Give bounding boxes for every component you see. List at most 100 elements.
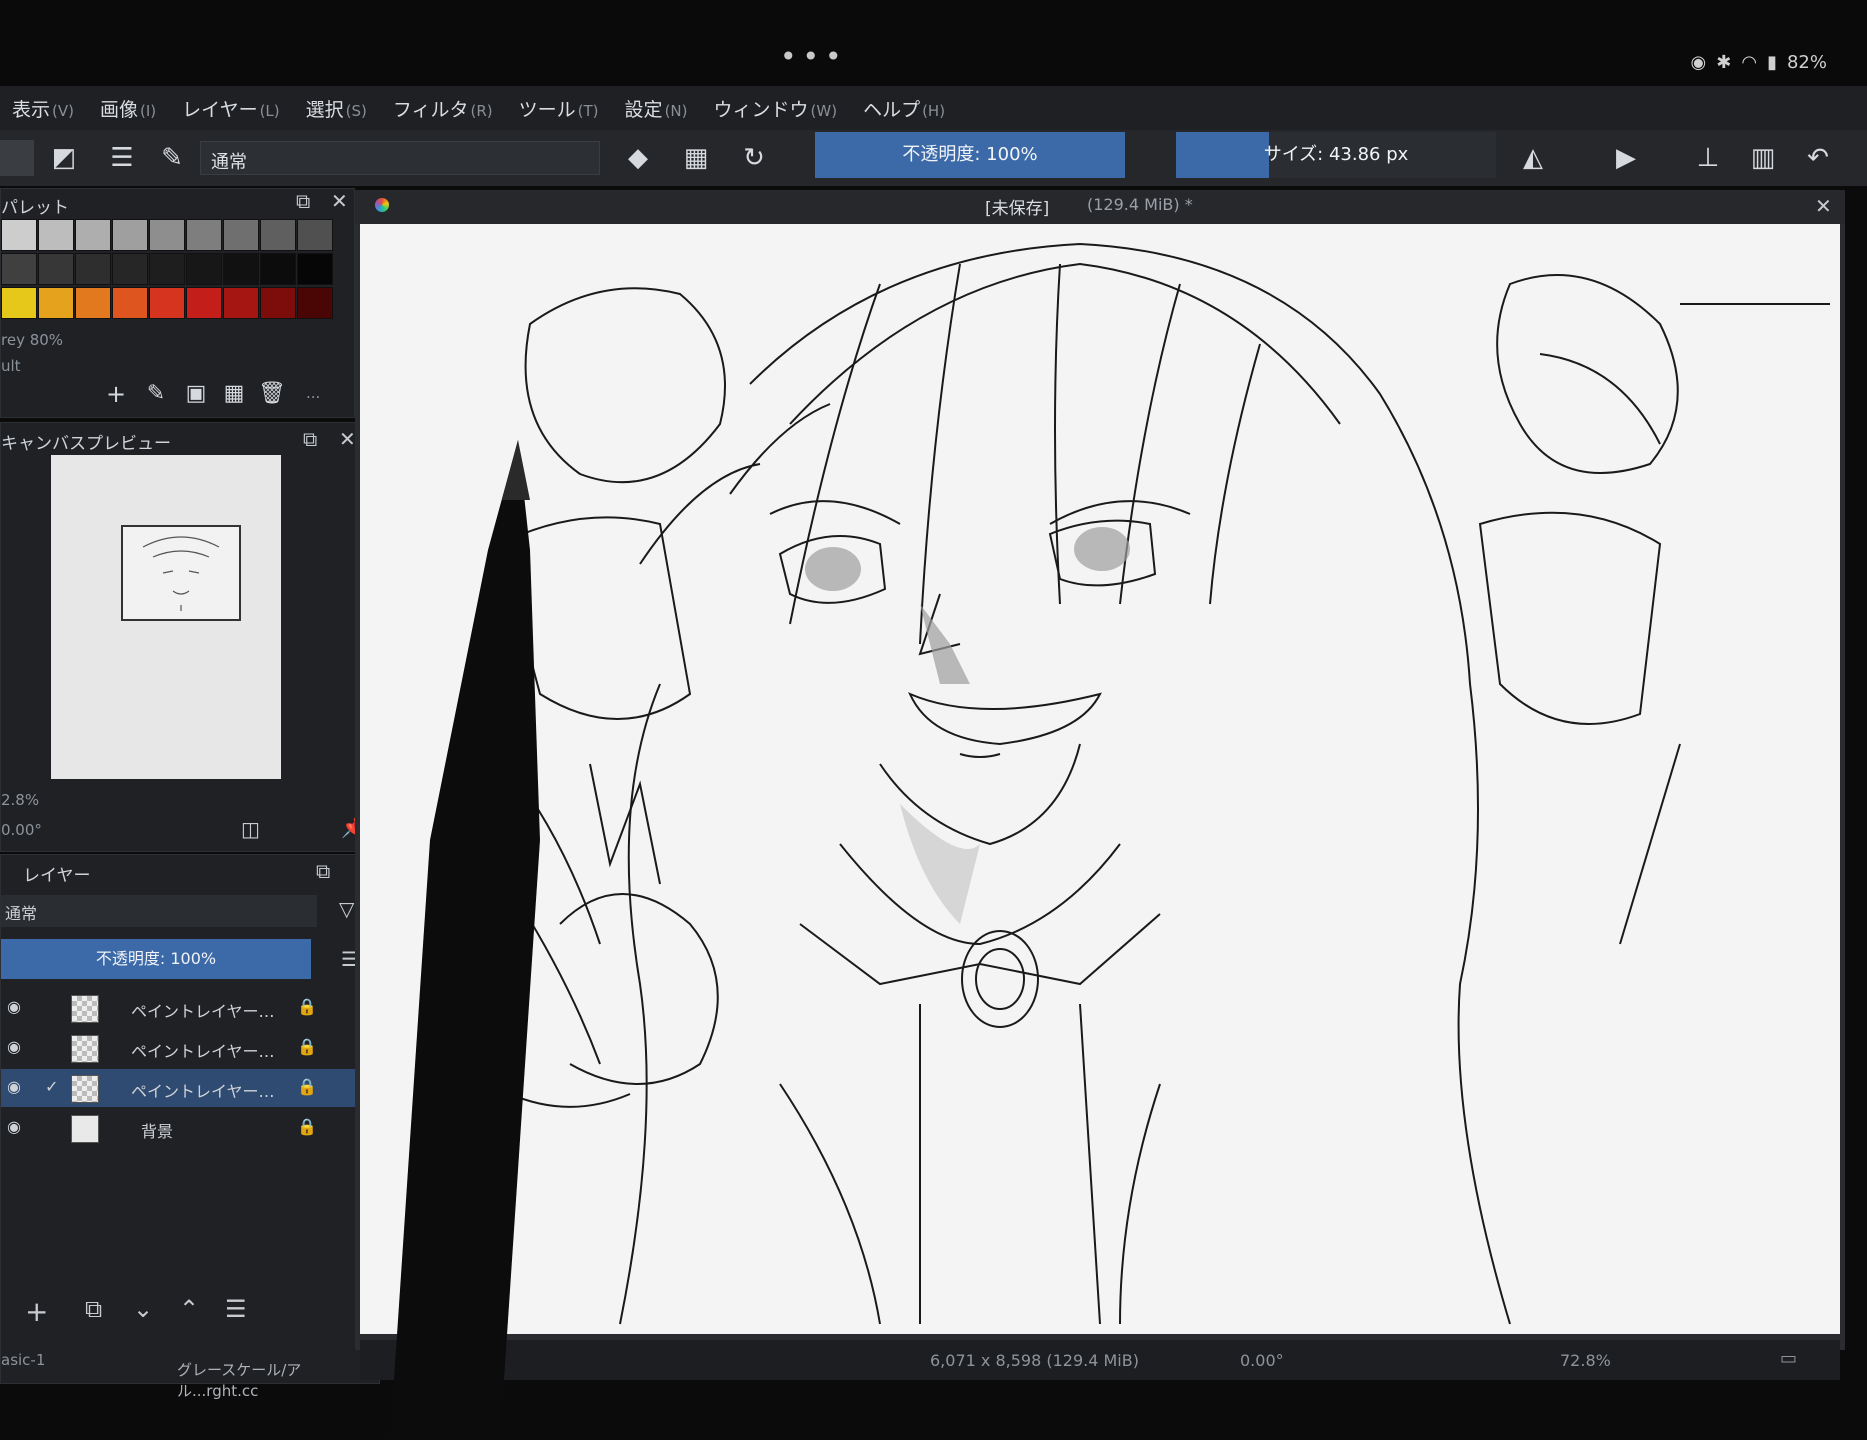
layer-name[interactable]: ペイントレイヤー…: [131, 1038, 275, 1062]
add-swatch-icon[interactable]: +: [101, 379, 131, 409]
palette-swatch[interactable]: [223, 287, 259, 319]
palette-swatch[interactable]: [149, 287, 185, 319]
move-layer-down-icon[interactable]: ⌄: [133, 1295, 153, 1323]
preview-thumbnail[interactable]: [51, 455, 281, 779]
palette-swatch[interactable]: [75, 219, 111, 251]
visibility-eye-icon[interactable]: ◉: [7, 997, 21, 1016]
canvas-zoom[interactable]: 72.8%: [1560, 1351, 1611, 1370]
palette-more-button[interactable]: ...: [306, 384, 320, 402]
palette-swatch[interactable]: [186, 219, 222, 251]
layer-name[interactable]: ペイントレイヤー…: [131, 998, 275, 1022]
layer-name[interactable]: 背景: [141, 1118, 173, 1142]
layer-row-selected[interactable]: ◉ ✓ ペイントレイヤー… 🔒: [1, 1069, 381, 1107]
palette-panel: パレット ⧉ ✕ rey 80% ult + ✎ ▣ ▦ 🗑 ...: [0, 188, 355, 418]
menu-help[interactable]: ヘルプ (H): [863, 95, 945, 122]
brush-presets-icon[interactable]: ☰: [104, 140, 140, 176]
menu-select[interactable]: 選択 (S): [306, 95, 367, 122]
save-palette-icon[interactable]: ▣: [181, 379, 211, 409]
palette-swatch[interactable]: [1, 253, 37, 285]
drawing-canvas[interactable]: [360, 224, 1840, 1334]
menu-image[interactable]: 画像 (I): [100, 95, 156, 122]
canvas-only-icon[interactable]: ▥: [1745, 140, 1781, 176]
palette-swatch[interactable]: [1, 219, 37, 251]
lock-icon[interactable]: 🔒: [297, 1037, 317, 1056]
palette-swatch[interactable]: [38, 287, 74, 319]
eraser-icon[interactable]: ◆: [620, 140, 656, 176]
layer-row[interactable]: ◉ 背景 🔒: [1, 1109, 381, 1147]
blend-mode-select[interactable]: 通常: [200, 141, 600, 175]
palette-swatch[interactable]: [112, 253, 148, 285]
layer-blend-mode-select[interactable]: 通常: [1, 895, 317, 927]
palette-swatch[interactable]: [38, 253, 74, 285]
reload-preset-icon[interactable]: ↻: [736, 140, 772, 176]
palette-swatch[interactable]: [1, 287, 37, 319]
lock-icon[interactable]: 🔒: [297, 997, 317, 1016]
brush-size-slider[interactable]: サイズ: 43.86 px: [1176, 132, 1496, 178]
palette-grid-icon[interactable]: ▦: [219, 379, 249, 409]
layer-row[interactable]: ◉ ペイントレイヤー… 🔒: [1, 989, 381, 1027]
delete-swatch-icon[interactable]: 🗑: [257, 379, 287, 409]
palette-swatch[interactable]: [186, 287, 222, 319]
layer-opacity-slider[interactable]: 不透明度: 100%: [1, 939, 311, 979]
palette-swatch[interactable]: [297, 253, 333, 285]
close-icon[interactable]: ✕: [331, 189, 348, 213]
edit-swatch-icon[interactable]: ✎: [141, 379, 171, 409]
menu-layer[interactable]: レイヤー (L): [182, 95, 280, 122]
duplicate-layer-icon[interactable]: ⧉: [85, 1295, 102, 1323]
preview-rotation[interactable]: 0.00°: [1, 821, 42, 839]
mirror-view-icon[interactable]: ◫: [241, 817, 260, 841]
menu-tools[interactable]: ツール (T): [519, 95, 599, 122]
visibility-eye-icon[interactable]: ◉: [7, 1117, 21, 1136]
float-icon[interactable]: ⧉: [296, 189, 310, 213]
foreground-color-swatch[interactable]: [0, 140, 34, 176]
palette-swatch[interactable]: [223, 253, 259, 285]
mirror-horizontal-icon[interactable]: ◭: [1515, 140, 1551, 176]
palette-swatch[interactable]: [149, 253, 185, 285]
close-document-icon[interactable]: ✕: [1815, 194, 1832, 218]
menu-settings[interactable]: 設定 (N): [625, 95, 688, 122]
preview-zoom[interactable]: 2.8%: [1, 791, 39, 809]
wrap-around-icon[interactable]: ⊥: [1690, 140, 1726, 176]
menu-view[interactable]: 表示 (V): [12, 95, 74, 122]
mirror-vertical-icon[interactable]: ▶: [1608, 140, 1644, 176]
visibility-eye-icon[interactable]: ◉: [7, 1037, 21, 1056]
swap-colors-icon[interactable]: ◩: [46, 140, 82, 176]
opacity-slider[interactable]: 不透明度: 100%: [815, 132, 1125, 178]
undo-icon[interactable]: ↶: [1800, 140, 1836, 176]
palette-swatch[interactable]: [75, 253, 111, 285]
palette-swatch[interactable]: [297, 287, 333, 319]
filter-icon[interactable]: ▽: [339, 897, 354, 921]
palette-swatch[interactable]: [260, 219, 296, 251]
palette-swatch[interactable]: [112, 219, 148, 251]
palette-swatch[interactable]: [112, 287, 148, 319]
lock-icon[interactable]: 🔒: [297, 1117, 317, 1136]
move-layer-up-icon[interactable]: ⌃: [179, 1295, 199, 1323]
add-layer-icon[interactable]: +: [25, 1295, 48, 1328]
float-icon[interactable]: ⧉: [316, 859, 330, 883]
palette-swatch[interactable]: [38, 219, 74, 251]
menu-window[interactable]: ウィンドウ (W): [714, 95, 838, 122]
viewport-rectangle[interactable]: [121, 525, 241, 621]
layer-properties-icon[interactable]: ☰: [225, 1295, 247, 1323]
display-icon[interactable]: ▭: [1780, 1348, 1797, 1369]
palette-name[interactable]: rey 80%: [1, 331, 63, 349]
palette-swatch[interactable]: [186, 253, 222, 285]
palette-swatch[interactable]: [75, 287, 111, 319]
palette-swatch[interactable]: [149, 219, 185, 251]
palette-swatch[interactable]: [223, 219, 259, 251]
float-icon[interactable]: ⧉: [303, 427, 317, 451]
canvas-rotation[interactable]: 0.00°: [1240, 1351, 1284, 1370]
palette-swatch[interactable]: [260, 287, 296, 319]
visibility-eye-icon[interactable]: ◉: [7, 1077, 21, 1096]
layer-row[interactable]: ◉ ペイントレイヤー… 🔒: [1, 1029, 381, 1067]
preserve-alpha-icon[interactable]: ▦: [678, 140, 714, 176]
close-icon[interactable]: ✕: [339, 427, 356, 451]
brush-editor-icon[interactable]: ✎: [154, 140, 190, 176]
lock-icon[interactable]: 🔒: [297, 1077, 317, 1096]
window-handle-dots-icon[interactable]: •••: [780, 40, 848, 73]
palette-swatch[interactable]: [260, 253, 296, 285]
palette-swatch[interactable]: [297, 219, 333, 251]
document-tab[interactable]: [未保存] (129.4 MiB) * ✕: [355, 190, 1845, 224]
menu-filter[interactable]: フィルタ (R): [393, 95, 493, 122]
layer-name[interactable]: ペイントレイヤー…: [131, 1078, 275, 1102]
